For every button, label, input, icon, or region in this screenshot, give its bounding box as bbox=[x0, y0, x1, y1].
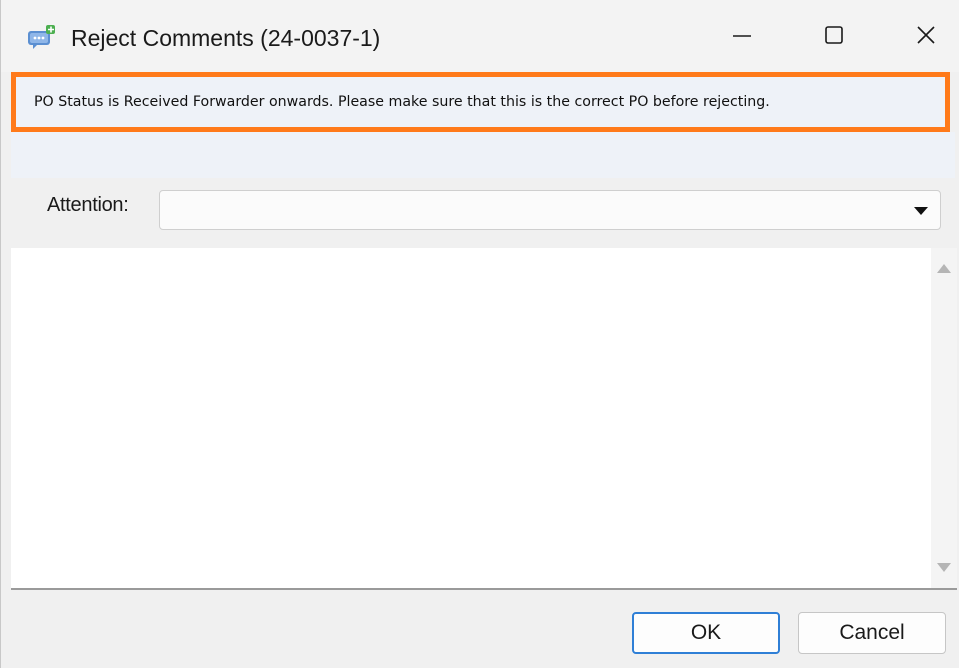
maximize-icon bbox=[823, 24, 845, 51]
attention-row: Attention: bbox=[11, 178, 955, 248]
warning-message: PO Status is Received Forwarder onwards.… bbox=[34, 94, 770, 110]
comments-scrollbar[interactable] bbox=[931, 248, 957, 588]
attention-label: Attention: bbox=[47, 194, 129, 216]
chevron-down-icon bbox=[914, 207, 928, 215]
warning-banner: PO Status is Received Forwarder onwards.… bbox=[11, 72, 950, 132]
comments-textarea[interactable] bbox=[11, 248, 931, 588]
minimize-icon bbox=[731, 24, 753, 51]
title-bar: Reject Comments (24-0037-1) bbox=[1, 0, 959, 72]
minimize-button[interactable] bbox=[719, 14, 765, 60]
ok-button[interactable]: OK bbox=[632, 612, 780, 654]
attention-dropdown[interactable] bbox=[159, 190, 941, 230]
cancel-button[interactable]: Cancel bbox=[798, 612, 946, 654]
banner-area bbox=[11, 132, 955, 178]
reject-comments-dialog: Reject Comments (24-0037-1) PO Status is… bbox=[0, 0, 959, 668]
scroll-down-icon[interactable] bbox=[937, 563, 951, 572]
close-button[interactable] bbox=[903, 14, 949, 60]
comment-icon bbox=[27, 24, 57, 50]
dialog-footer: OK Cancel bbox=[11, 590, 957, 668]
window-title: Reject Comments (24-0037-1) bbox=[71, 25, 381, 51]
scroll-up-icon[interactable] bbox=[937, 264, 951, 273]
maximize-button[interactable] bbox=[811, 14, 857, 60]
close-icon bbox=[915, 24, 937, 51]
